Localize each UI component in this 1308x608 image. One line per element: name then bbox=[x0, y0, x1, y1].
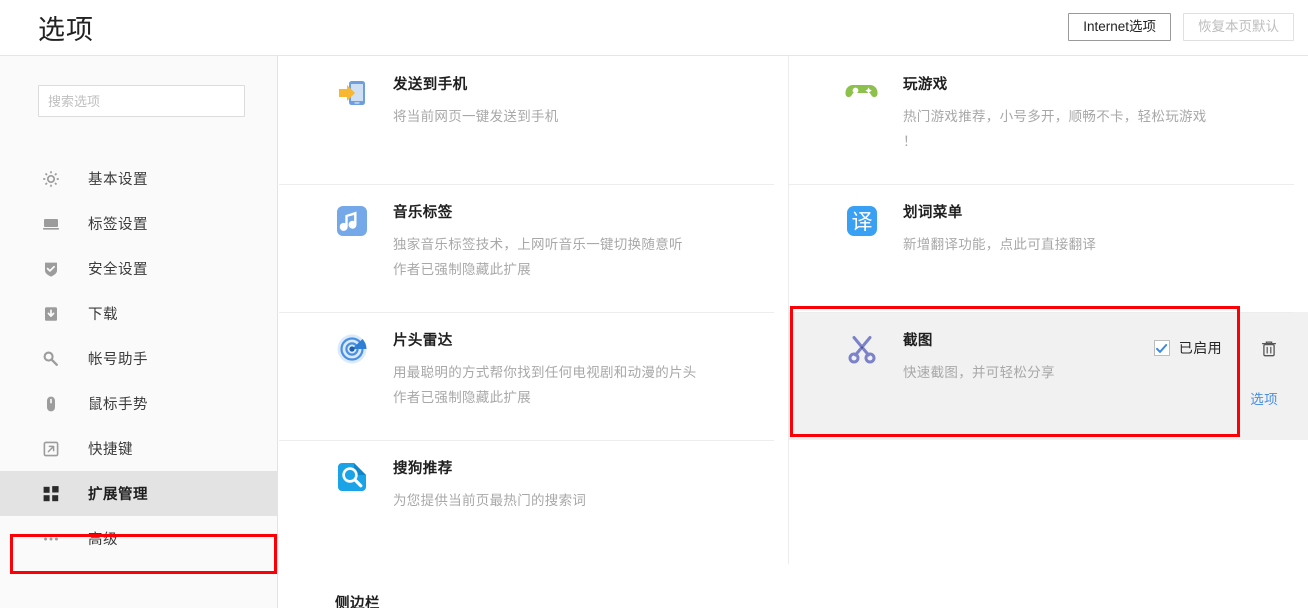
trash-icon[interactable] bbox=[1260, 339, 1278, 358]
sidebar-item-advanced[interactable]: 高级 bbox=[0, 516, 278, 561]
key-icon bbox=[40, 348, 62, 370]
enabled-checkbox[interactable] bbox=[1153, 340, 1170, 356]
extension-description: 热门游戏推荐，小号多开，顺畅不卡，轻松玩游戏 ！ bbox=[903, 104, 1263, 154]
extension-desc-line1: 独家音乐标签技术，上网听音乐一键切换随意听 bbox=[393, 237, 683, 252]
sidebar-item-label: 标签设置 bbox=[88, 217, 148, 233]
extension-description: 快速截图，并可轻松分享 bbox=[903, 360, 1263, 385]
check-icon bbox=[1156, 343, 1168, 353]
extension-column-left: 发送到手机 将当前网页一键发送到手机 音乐标签 独家音乐标签技术，上网听音乐一键… bbox=[279, 56, 788, 568]
gamepad-icon bbox=[845, 76, 879, 110]
extension-info: 搜狗推荐 为您提供当前页最热门的搜索词 bbox=[393, 458, 768, 513]
extension-info: 片头雷达 用最聪明的方式帮你找到任何电视剧和动漫的片头 作者已强制隐藏此扩展 bbox=[393, 330, 768, 410]
extension-desc-line1: 为您提供当前页最热门的搜索词 bbox=[393, 493, 587, 508]
extension-description: 新增翻译功能，点此可直接翻译 bbox=[903, 232, 1263, 257]
sidebar-item-label: 帐号助手 bbox=[88, 352, 148, 368]
options-page: 选项 Internet选项 恢复本页默认 基本设置 bbox=[0, 0, 1308, 608]
extension-name: 划词菜单 bbox=[903, 205, 963, 221]
search-box bbox=[38, 85, 245, 117]
search-input[interactable] bbox=[38, 85, 245, 117]
ellipsis-icon bbox=[40, 528, 62, 550]
monitor-icon bbox=[40, 213, 62, 235]
enabled-label: 已启用 bbox=[1178, 340, 1222, 356]
extension-card-actions: 已启用 bbox=[1153, 338, 1278, 358]
sidebar-item-tab-settings[interactable]: 标签设置 bbox=[0, 201, 278, 246]
sidebar: 基本设置 标签设置 安全设置 bbox=[0, 56, 278, 608]
sidebar-item-label: 下载 bbox=[88, 307, 118, 323]
internet-options-button[interactable]: Internet选项 bbox=[1068, 13, 1171, 41]
extension-card-screenshot[interactable]: 截图 快速截图，并可轻松分享 已启用 选项 bbox=[789, 312, 1308, 440]
extension-desc-line1: 热门游戏推荐，小号多开，顺畅不卡，轻松玩游戏 bbox=[903, 109, 1207, 124]
mouse-icon bbox=[40, 393, 62, 415]
main-content: 发送到手机 将当前网页一键发送到手机 音乐标签 独家音乐标签技术，上网听音乐一键… bbox=[279, 56, 1308, 608]
extension-desc-line2: 作者已强制隐藏此扩展 bbox=[393, 390, 531, 405]
send-to-phone-icon bbox=[335, 76, 369, 110]
sidebar-item-security-settings[interactable]: 安全设置 bbox=[0, 246, 278, 291]
music-note-icon bbox=[335, 204, 369, 238]
extension-desc-line1: 用最聪明的方式帮你找到任何电视剧和动漫的片头 bbox=[393, 365, 697, 380]
extension-description: 用最聪明的方式帮你找到任何电视剧和动漫的片头 作者已强制隐藏此扩展 bbox=[393, 360, 753, 410]
search-recommend-icon bbox=[335, 460, 369, 494]
sidebar-item-label: 扩展管理 bbox=[88, 487, 148, 503]
extension-desc-line1: 新增翻译功能，点此可直接翻译 bbox=[903, 237, 1097, 252]
extension-desc-line2: 作者已强制隐藏此扩展 bbox=[393, 262, 531, 277]
extension-desc-line1: 快速截图，并可轻松分享 bbox=[903, 365, 1055, 380]
extension-info: 玩游戏 热门游戏推荐，小号多开，顺畅不卡，轻松玩游戏 ！ bbox=[903, 74, 1288, 154]
page-header: 选项 Internet选项 恢复本页默认 bbox=[0, 0, 1308, 56]
extension-description: 将当前网页一键发送到手机 bbox=[393, 104, 753, 129]
extension-card[interactable]: 发送到手机 将当前网页一键发送到手机 bbox=[279, 56, 788, 184]
scissors-icon bbox=[845, 332, 879, 366]
arrow-out-icon bbox=[40, 438, 62, 460]
sidebar-item-mouse-gestures[interactable]: 鼠标手势 bbox=[0, 381, 278, 426]
extension-name: 片头雷达 bbox=[393, 333, 453, 349]
extension-desc-line2: ！ bbox=[903, 134, 917, 149]
extension-description: 独家音乐标签技术，上网听音乐一键切换随意听 作者已强制隐藏此扩展 bbox=[393, 232, 753, 282]
extension-info: 发送到手机 将当前网页一键发送到手机 bbox=[393, 74, 768, 129]
sidebar-item-download[interactable]: 下载 bbox=[0, 291, 278, 336]
page-title: 选项 bbox=[38, 15, 94, 45]
extension-column-right: 玩游戏 热门游戏推荐，小号多开，顺畅不卡，轻松玩游戏 ！ 译 划词菜单 新增翻译… bbox=[789, 56, 1308, 440]
extension-card[interactable]: 音乐标签 独家音乐标签技术，上网听音乐一键切换随意听 作者已强制隐藏此扩展 bbox=[279, 184, 788, 312]
extension-desc-line1: 将当前网页一键发送到手机 bbox=[393, 109, 559, 124]
sidebar-item-basic-settings[interactable]: 基本设置 bbox=[0, 156, 278, 201]
extension-name: 发送到手机 bbox=[393, 77, 468, 93]
restore-defaults-button[interactable]: 恢复本页默认 bbox=[1183, 13, 1294, 41]
extension-card[interactable]: 搜狗推荐 为您提供当前页最热门的搜索词 bbox=[279, 440, 788, 568]
sidebar-section-heading: 侧边栏 bbox=[335, 596, 380, 608]
sidebar-item-label: 高级 bbox=[88, 532, 118, 548]
sidebar-item-extension-management[interactable]: 扩展管理 bbox=[0, 471, 278, 516]
gear-icon bbox=[40, 168, 62, 190]
sidebar-item-shortcuts[interactable]: 快捷键 bbox=[0, 426, 278, 471]
sidebar-item-label: 基本设置 bbox=[88, 172, 148, 188]
header-buttons: Internet选项 恢复本页默认 bbox=[1068, 13, 1294, 41]
extension-info: 划词菜单 新增翻译功能，点此可直接翻译 bbox=[903, 202, 1288, 257]
grid-squares-icon bbox=[40, 483, 62, 505]
sidebar-item-account-assistant[interactable]: 帐号助手 bbox=[0, 336, 278, 381]
sidebar-item-label: 快捷键 bbox=[88, 442, 133, 458]
extension-card[interactable]: 译 划词菜单 新增翻译功能，点此可直接翻译 bbox=[789, 184, 1308, 312]
extension-card[interactable]: 玩游戏 热门游戏推荐，小号多开，顺畅不卡，轻松玩游戏 ！ bbox=[789, 56, 1308, 184]
extension-name: 音乐标签 bbox=[393, 205, 453, 221]
radar-icon bbox=[335, 332, 369, 366]
sidebar-item-label: 安全设置 bbox=[88, 262, 148, 278]
extension-name: 玩游戏 bbox=[903, 77, 948, 93]
extension-description: 为您提供当前页最热门的搜索词 bbox=[393, 488, 753, 513]
extension-name: 搜狗推荐 bbox=[393, 461, 453, 477]
extension-info: 音乐标签 独家音乐标签技术，上网听音乐一键切换随意听 作者已强制隐藏此扩展 bbox=[393, 202, 768, 282]
translate-icon: 译 bbox=[845, 204, 879, 238]
download-icon bbox=[40, 303, 62, 325]
sidebar-nav: 基本设置 标签设置 安全设置 下载 帐号助手 鼠标手势 快捷键 扩展管理 高级 bbox=[0, 156, 278, 561]
svg-text:译: 译 bbox=[852, 211, 873, 234]
extension-card[interactable]: 片头雷达 用最聪明的方式帮你找到任何电视剧和动漫的片头 作者已强制隐藏此扩展 bbox=[279, 312, 788, 440]
sidebar-item-label: 鼠标手势 bbox=[88, 397, 148, 413]
shield-check-icon bbox=[40, 258, 62, 280]
extension-options-link[interactable]: 选项 bbox=[1250, 388, 1278, 408]
